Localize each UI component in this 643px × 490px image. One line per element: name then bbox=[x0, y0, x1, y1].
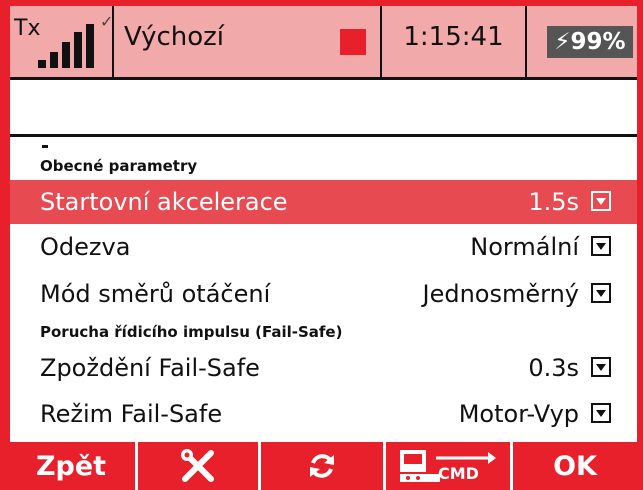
timer-display: 1:15:41 bbox=[403, 22, 504, 52]
scroll-position-tick bbox=[42, 145, 48, 148]
record-indicator-icon bbox=[340, 29, 366, 55]
row-value: 0.3s bbox=[528, 354, 579, 382]
row-value: Motor-Vyp bbox=[458, 400, 579, 428]
command-button[interactable]: CMD bbox=[386, 442, 510, 490]
tools-button[interactable] bbox=[138, 442, 258, 490]
tx-label: Tx bbox=[14, 16, 41, 41]
timer-cell: 1:15:41 bbox=[382, 6, 527, 77]
scrollbar-thumb[interactable] bbox=[637, 238, 643, 272]
row-label: Režim Fail-Safe bbox=[40, 400, 223, 428]
model-cell: Výchozí bbox=[114, 6, 382, 77]
tx-signal-cell: Tx ✓ bbox=[10, 6, 114, 77]
row-label: Startovní akcelerace bbox=[40, 188, 288, 216]
row-label: Odezva bbox=[40, 233, 131, 261]
model-name: Výchozí bbox=[124, 22, 225, 52]
row-failsafe-mode[interactable]: Režim Fail-Safe Motor-Vyp bbox=[10, 392, 637, 436]
telemetry-check-icon: ✓ bbox=[100, 12, 114, 31]
wrench-screwdriver-icon bbox=[181, 449, 214, 482]
back-button-label: Zpět bbox=[35, 450, 107, 482]
dropdown-arrow-icon[interactable] bbox=[591, 403, 611, 423]
cmd-label: CMD bbox=[438, 464, 479, 483]
dropdown-arrow-icon[interactable] bbox=[591, 236, 611, 256]
page-title-area bbox=[10, 80, 637, 138]
back-button[interactable]: Zpět bbox=[10, 442, 132, 490]
dropdown-arrow-icon[interactable] bbox=[591, 283, 611, 303]
battery-indicator: ⚡99% bbox=[547, 26, 633, 58]
row-failsafe-delay[interactable]: Zpoždění Fail-Safe 0.3s bbox=[10, 346, 637, 390]
dropdown-arrow-icon[interactable] bbox=[591, 357, 611, 377]
row-label: Mód směrů otáčení bbox=[40, 280, 271, 308]
status-bar: Tx ✓ Výchozí 1:15:41 ⚡99% bbox=[10, 6, 637, 80]
row-value: 1.5s bbox=[528, 188, 579, 216]
row-start-acceleration[interactable]: Startovní akcelerace 1.5s bbox=[10, 180, 637, 224]
section-title-failsafe: Porucha řídicího impulsu (Fail-Safe) bbox=[40, 323, 343, 341]
footer-button-bar: Zpět CMD OK bbox=[0, 442, 643, 490]
ok-button-label: OK bbox=[553, 450, 597, 482]
row-value: Normální bbox=[470, 233, 579, 261]
refresh-button[interactable] bbox=[261, 442, 383, 490]
row-value: Jednosměrný bbox=[422, 280, 579, 308]
frame-left-border bbox=[0, 0, 10, 490]
signal-strength-icon bbox=[38, 24, 100, 68]
dropdown-arrow-icon[interactable] bbox=[591, 191, 611, 211]
section-title-general: Obecné parametry bbox=[40, 157, 198, 175]
ok-button[interactable]: OK bbox=[513, 442, 637, 490]
row-response[interactable]: Odezva Normální bbox=[10, 225, 637, 269]
row-label: Zpoždění Fail-Safe bbox=[40, 354, 260, 382]
battery-cell: ⚡99% bbox=[527, 6, 637, 77]
row-rotation-mode[interactable]: Mód směrů otáčení Jednosměrný bbox=[10, 272, 637, 316]
title-divider bbox=[10, 134, 637, 137]
refresh-icon bbox=[310, 454, 334, 478]
